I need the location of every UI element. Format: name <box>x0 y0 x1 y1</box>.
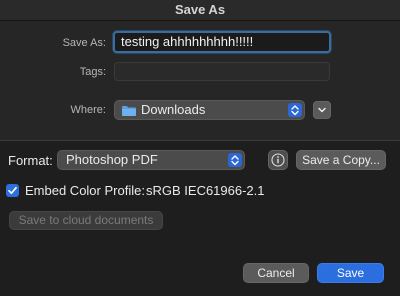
save-to-cloud-button: Save to cloud documents <box>9 211 163 230</box>
format-label: Format: <box>8 153 53 168</box>
chevron-down-icon <box>318 107 326 113</box>
embed-color-profile-checkbox[interactable] <box>6 184 19 197</box>
cancel-button[interactable]: Cancel <box>243 263 309 283</box>
folder-icon <box>122 106 136 116</box>
format-popup-button[interactable]: Photoshop PDF <box>57 150 245 170</box>
tags-label: Tags: <box>79 66 106 78</box>
where-value: Downloads <box>141 102 206 117</box>
expand-button[interactable] <box>313 101 331 119</box>
window-title: Save As <box>0 0 400 21</box>
info-icon <box>271 153 285 167</box>
checkmark-icon <box>8 186 17 195</box>
section-divider <box>0 140 400 141</box>
save-as-input[interactable]: testing ahhhhhhhhh!!!!! <box>113 31 331 53</box>
tags-input[interactable] <box>114 62 330 81</box>
embed-color-profile-label: Embed Color Profile: <box>25 183 145 198</box>
where-popup-button[interactable]: Downloads <box>114 100 305 120</box>
save-a-copy-button[interactable]: Save a Copy... <box>296 150 386 170</box>
up-down-chevrons-icon <box>288 103 302 117</box>
format-value: Photoshop PDF <box>66 152 158 167</box>
info-button[interactable] <box>268 150 288 170</box>
color-profile-value: sRGB IEC61966-2.1 <box>146 183 265 198</box>
save-button[interactable]: Save <box>317 263 384 283</box>
save-as-label: Save As: <box>62 37 106 49</box>
where-label: Where: <box>70 104 106 116</box>
up-down-chevrons-icon <box>228 153 242 167</box>
